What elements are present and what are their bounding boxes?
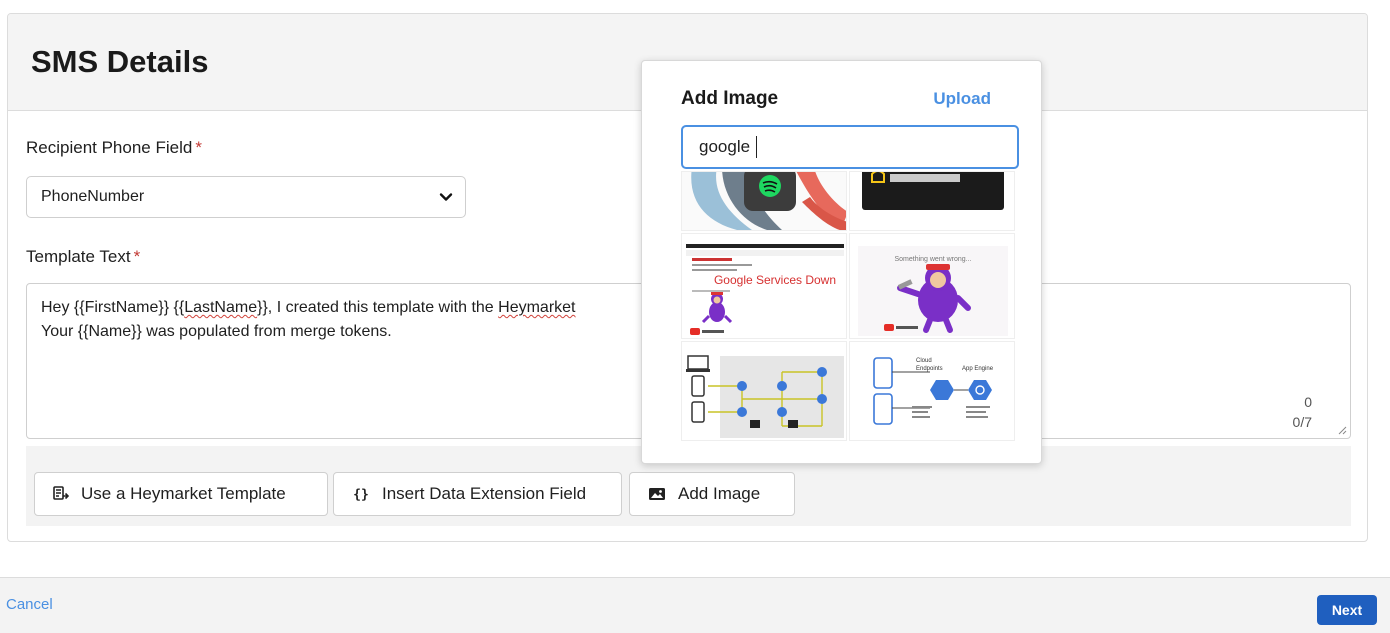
resize-handle-icon[interactable] (1337, 425, 1347, 435)
upload-link[interactable]: Upload (933, 89, 991, 109)
next-button[interactable]: Next (1317, 595, 1377, 625)
text-caret (756, 136, 758, 158)
image-search-input[interactable]: google (681, 125, 1019, 169)
thumb-google-caption: Google Services Down (714, 273, 836, 287)
image-result-watch-bands[interactable] (681, 171, 847, 231)
thumb-cloud-title: Cloud (916, 358, 932, 364)
image-results-grid: Google Services Down Something went wron… (681, 171, 1019, 441)
use-heymarket-template-label: Use a Heymarket Template (81, 484, 286, 503)
image-result-heymarket-logo[interactable] (849, 171, 1015, 231)
template-text-label-text: Template Text (26, 247, 131, 266)
add-image-popover: Add Image Upload google Google Services … (641, 60, 1042, 464)
image-search-value: google (699, 137, 751, 156)
thumb-error-caption: Something went wrong... (894, 256, 971, 263)
template-brand-word: Heymarket (498, 299, 576, 316)
template-line-1-prefix: Hey {{FirstName}} {{ (41, 299, 185, 316)
template-token-lastname: LastName (184, 299, 258, 316)
chevron-down-icon (439, 193, 453, 201)
curly-braces-icon: {} (353, 488, 369, 503)
card-title: SMS Details (31, 44, 209, 79)
required-mark: * (195, 138, 202, 157)
svg-text:{}: {} (353, 488, 369, 503)
template-icon (53, 486, 69, 500)
insert-data-extension-field-button[interactable]: {} Insert Data Extension Field (333, 472, 622, 516)
character-counter: 0 0/7 (1293, 392, 1312, 432)
image-result-google-services-down[interactable]: Google Services Down (681, 233, 847, 339)
thumb-appengine: App Engine (962, 366, 994, 372)
recipient-phone-selected: PhoneNumber (41, 188, 145, 205)
image-result-something-went-wrong[interactable]: Something went wrong... (849, 233, 1015, 339)
cancel-link[interactable]: Cancel (6, 596, 53, 613)
image-result-cloud-endpoints-diagram[interactable]: Cloud Endpoints App Engine (849, 341, 1015, 441)
image-result-architecture-diagram[interactable] (681, 341, 847, 441)
popover-title: Add Image (681, 88, 779, 109)
char-count: 0 (1304, 394, 1312, 410)
template-line-1-mid: }}, I created this template with the (257, 299, 499, 316)
image-icon (649, 488, 665, 500)
use-heymarket-template-button[interactable]: Use a Heymarket Template (34, 472, 328, 516)
svg-text:Endpoints: Endpoints (916, 366, 943, 372)
insert-data-extension-field-label: Insert Data Extension Field (382, 484, 587, 503)
recipient-phone-label: Recipient Phone Field * (26, 138, 202, 158)
wizard-footer: Cancel Next (0, 577, 1390, 633)
segment-count: 0/7 (1292, 414, 1312, 430)
add-image-label: Add Image (678, 484, 761, 503)
required-mark: * (133, 247, 141, 266)
template-text-label: Template Text * (26, 247, 140, 267)
recipient-phone-label-text: Recipient Phone Field (26, 138, 193, 157)
add-image-button[interactable]: Add Image (629, 472, 795, 516)
recipient-phone-select[interactable]: PhoneNumber (26, 176, 466, 218)
